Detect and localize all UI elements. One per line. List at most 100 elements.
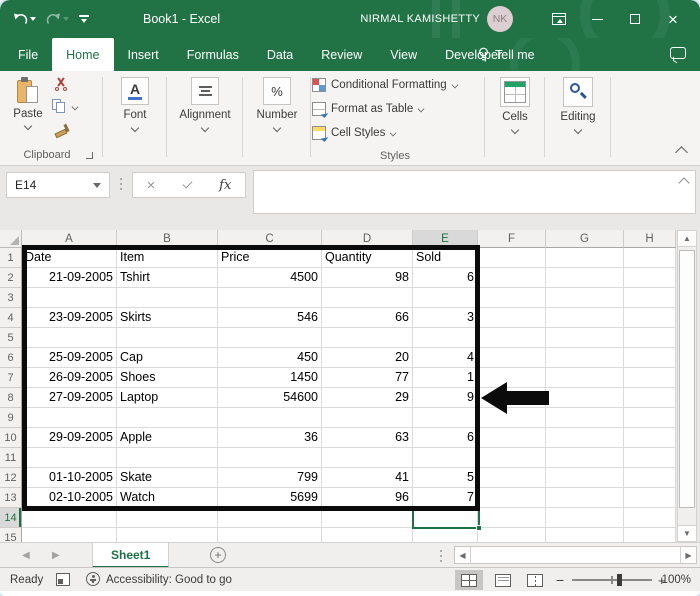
- row-header-7[interactable]: 7: [0, 368, 22, 388]
- cell-F12[interactable]: [478, 468, 546, 488]
- cell-G15[interactable]: [546, 528, 624, 542]
- cell-F13[interactable]: [478, 488, 546, 508]
- copy-dropdown-caret[interactable]: [71, 103, 79, 111]
- redo-button[interactable]: [43, 11, 72, 28]
- row-header-9[interactable]: 9: [0, 408, 22, 428]
- cell-G8[interactable]: [546, 388, 624, 408]
- tab-bar-splitter-dots[interactable]: [440, 550, 442, 552]
- cell-F2[interactable]: [478, 268, 546, 288]
- cell-H8[interactable]: [624, 388, 676, 408]
- row-header-3[interactable]: 3: [0, 288, 22, 308]
- format-as-table-button[interactable]: Format as Table: [312, 102, 425, 118]
- cell-F3[interactable]: [478, 288, 546, 308]
- horizontal-scrollbar[interactable]: ◀ ▶: [454, 546, 697, 564]
- tab-insert[interactable]: Insert: [114, 38, 173, 71]
- cell-G13[interactable]: [546, 488, 624, 508]
- scroll-up-button[interactable]: ▲: [678, 231, 696, 247]
- copy-icon[interactable]: [52, 99, 66, 113]
- fill-handle[interactable]: [476, 525, 482, 531]
- cell-F1[interactable]: [478, 248, 546, 268]
- new-sheet-button[interactable]: +: [210, 547, 226, 563]
- cell-E15[interactable]: [413, 528, 478, 542]
- row-header-6[interactable]: 6: [0, 348, 22, 368]
- cell-G9[interactable]: [546, 408, 624, 428]
- select-all-corner[interactable]: [0, 230, 22, 248]
- cell-G14[interactable]: [546, 508, 624, 528]
- cell-G11[interactable]: [546, 448, 624, 468]
- row-header-13[interactable]: 13: [0, 488, 22, 508]
- cell-H5[interactable]: [624, 328, 676, 348]
- comments-icon[interactable]: [670, 47, 686, 64]
- collapse-ribbon-chevron-icon[interactable]: [675, 146, 688, 159]
- next-sheet-arrow-icon[interactable]: ▶: [52, 543, 60, 568]
- name-box-dropdown-caret[interactable]: [93, 182, 101, 188]
- confirm-entry-icon[interactable]: [182, 178, 193, 189]
- customize-quick-access-button[interactable]: [76, 13, 92, 25]
- avatar[interactable]: NK: [487, 6, 513, 32]
- tab-data[interactable]: Data: [253, 38, 307, 71]
- cell-B15[interactable]: [117, 528, 218, 542]
- cell-G6[interactable]: [546, 348, 624, 368]
- formula-input[interactable]: [253, 170, 696, 214]
- cell-H14[interactable]: [624, 508, 676, 528]
- format-painter-icon[interactable]: [54, 123, 70, 139]
- zoom-level[interactable]: 100%: [662, 568, 691, 592]
- scroll-right-button[interactable]: ▶: [680, 547, 696, 563]
- cell-F14[interactable]: [478, 508, 546, 528]
- cell-H13[interactable]: [624, 488, 676, 508]
- cell-G5[interactable]: [546, 328, 624, 348]
- cell-H2[interactable]: [624, 268, 676, 288]
- tell-me-button[interactable]: Tell me: [478, 38, 535, 71]
- cell-H12[interactable]: [624, 468, 676, 488]
- cell-H4[interactable]: [624, 308, 676, 328]
- row-header-12[interactable]: 12: [0, 468, 22, 488]
- cancel-entry-icon[interactable]: ×: [147, 178, 156, 193]
- tab-view[interactable]: View: [376, 38, 431, 71]
- scroll-down-button[interactable]: ▼: [678, 525, 696, 541]
- page-layout-view-button[interactable]: [489, 570, 517, 590]
- tab-file[interactable]: File: [4, 38, 52, 71]
- account-name[interactable]: NIRMAL KAMISHETTY: [348, 0, 480, 38]
- undo-button[interactable]: [10, 11, 39, 28]
- column-header-G[interactable]: G: [546, 230, 624, 248]
- sheet-tab-sheet1[interactable]: Sheet1: [92, 543, 170, 568]
- close-button[interactable]: ×: [654, 0, 692, 38]
- undo-dropdown-caret[interactable]: [30, 17, 36, 21]
- cell-F15[interactable]: [478, 528, 546, 542]
- cell-G4[interactable]: [546, 308, 624, 328]
- accessibility-status[interactable]: Accessibility: Good to go: [106, 568, 232, 592]
- row-header-5[interactable]: 5: [0, 328, 22, 348]
- cell-H9[interactable]: [624, 408, 676, 428]
- cut-icon[interactable]: [54, 77, 68, 91]
- cell-A14[interactable]: [22, 508, 117, 528]
- normal-view-button[interactable]: [455, 570, 483, 590]
- vertical-scroll-thumb[interactable]: [679, 250, 695, 508]
- scroll-left-button[interactable]: ◀: [455, 547, 471, 563]
- cell-A15[interactable]: [22, 528, 117, 542]
- cell-F4[interactable]: [478, 308, 546, 328]
- font-group-button[interactable]: A Font: [108, 77, 162, 133]
- cell-styles-button[interactable]: Cell Styles: [312, 126, 397, 142]
- cell-H10[interactable]: [624, 428, 676, 448]
- cell-D14[interactable]: [322, 508, 413, 528]
- insert-function-icon[interactable]: fx: [219, 178, 231, 193]
- row-header-15[interactable]: 15: [0, 528, 22, 542]
- cells-group-button[interactable]: Cells: [492, 77, 538, 135]
- row-header-11[interactable]: 11: [0, 448, 22, 468]
- ribbon-display-options-button[interactable]: [540, 0, 578, 38]
- zoom-out-button[interactable]: −: [556, 568, 564, 592]
- redo-dropdown-caret[interactable]: [63, 17, 69, 21]
- row-header-4[interactable]: 4: [0, 308, 22, 328]
- cell-F5[interactable]: [478, 328, 546, 348]
- maximize-button[interactable]: [616, 0, 654, 38]
- formula-bar-grip-dots[interactable]: [120, 178, 122, 180]
- cell-G2[interactable]: [546, 268, 624, 288]
- cell-H3[interactable]: [624, 288, 676, 308]
- cell-F6[interactable]: [478, 348, 546, 368]
- cell-G10[interactable]: [546, 428, 624, 448]
- cell-G12[interactable]: [546, 468, 624, 488]
- zoom-slider-thumb[interactable]: [617, 574, 622, 586]
- row-header-10[interactable]: 10: [0, 428, 22, 448]
- cell-F11[interactable]: [478, 448, 546, 468]
- paste-button[interactable]: Paste: [8, 77, 48, 147]
